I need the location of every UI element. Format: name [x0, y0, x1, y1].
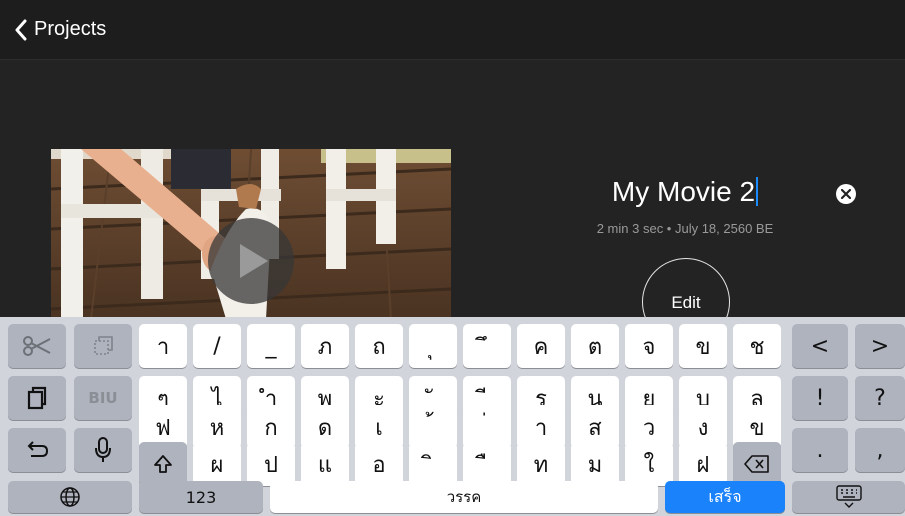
key[interactable]: ุ [409, 324, 457, 368]
copy-button[interactable] [74, 324, 132, 368]
keyboard-hide-icon [835, 485, 862, 508]
thai-keyboard: BIU า / _ ภ ถ ุ ึ ค ต จ ข ช ๆ ไ ำ พ ะ ั … [0, 317, 905, 516]
key[interactable]: ิ [409, 442, 457, 486]
numbers-key[interactable]: 123 [139, 481, 263, 513]
copy-icon [94, 336, 113, 355]
key[interactable]: ผ [193, 442, 241, 486]
microphone-icon [95, 437, 111, 462]
right-arrow-key[interactable]: > [855, 324, 905, 368]
key[interactable]: ช [733, 324, 781, 368]
exclamation-key[interactable]: ! [792, 376, 848, 420]
left-arrow-key[interactable]: < [792, 324, 848, 368]
key[interactable]: ค [517, 324, 565, 368]
close-icon [841, 189, 851, 199]
globe-icon [60, 487, 80, 507]
key[interactable]: ป [247, 442, 295, 486]
key[interactable]: ม [571, 442, 619, 486]
play-icon [240, 244, 268, 278]
done-button[interactable]: เสร็จ [665, 481, 785, 513]
scissors-icon [23, 336, 51, 356]
key[interactable]: ถ [355, 324, 403, 368]
play-button[interactable] [208, 218, 294, 304]
edit-label: Edit [671, 293, 701, 312]
undo-icon [27, 441, 49, 457]
delete-button[interactable] [733, 442, 781, 486]
key[interactable]: ื [463, 442, 511, 486]
clipboard-icon [27, 386, 47, 410]
project-meta: 2 min 3 sec • July 18, 2560 BE [596, 221, 774, 236]
key[interactable]: _ [247, 324, 295, 368]
back-button[interactable]: Projects [14, 18, 106, 41]
navigation-bar: Projects [0, 0, 905, 60]
key[interactable]: ึ [463, 324, 511, 368]
text-caret [756, 177, 759, 206]
key[interactable]: ท [517, 442, 565, 486]
format-button[interactable]: BIU [74, 376, 132, 420]
key[interactable]: ต [571, 324, 619, 368]
back-label: Projects [34, 18, 107, 40]
key[interactable]: / [193, 324, 241, 368]
globe-button[interactable] [8, 481, 132, 513]
key[interactable]: ใ [625, 442, 673, 486]
space-bar[interactable]: วรรค [270, 481, 658, 513]
project-title-field[interactable]: My Movie 2 [560, 176, 810, 208]
key[interactable]: จ [625, 324, 673, 368]
chevron-left-icon [15, 19, 27, 40]
question-key[interactable]: ? [855, 376, 905, 420]
paste-button[interactable] [8, 376, 66, 420]
app-screen: Projects My Movie 2 2 min 3 sec • July 1… [0, 0, 905, 516]
shift-button[interactable] [139, 442, 187, 486]
cut-button[interactable] [8, 324, 66, 368]
clear-title-button[interactable] [836, 184, 856, 204]
dictation-button[interactable] [74, 428, 132, 472]
key[interactable]: อ [355, 442, 403, 486]
key[interactable]: ภ [301, 324, 349, 368]
undo-button[interactable] [8, 428, 66, 472]
project-title-text[interactable]: My Movie 2 [612, 176, 755, 208]
period-key[interactable]: . [792, 428, 848, 472]
backspace-icon [744, 455, 769, 473]
key[interactable]: า [139, 324, 187, 368]
dismiss-keyboard-button[interactable] [792, 481, 905, 513]
key[interactable]: แ [301, 442, 349, 486]
shift-icon [154, 455, 172, 473]
key[interactable]: ฝ [679, 442, 727, 486]
comma-key[interactable]: , [855, 428, 905, 472]
key[interactable]: ข [679, 324, 727, 368]
